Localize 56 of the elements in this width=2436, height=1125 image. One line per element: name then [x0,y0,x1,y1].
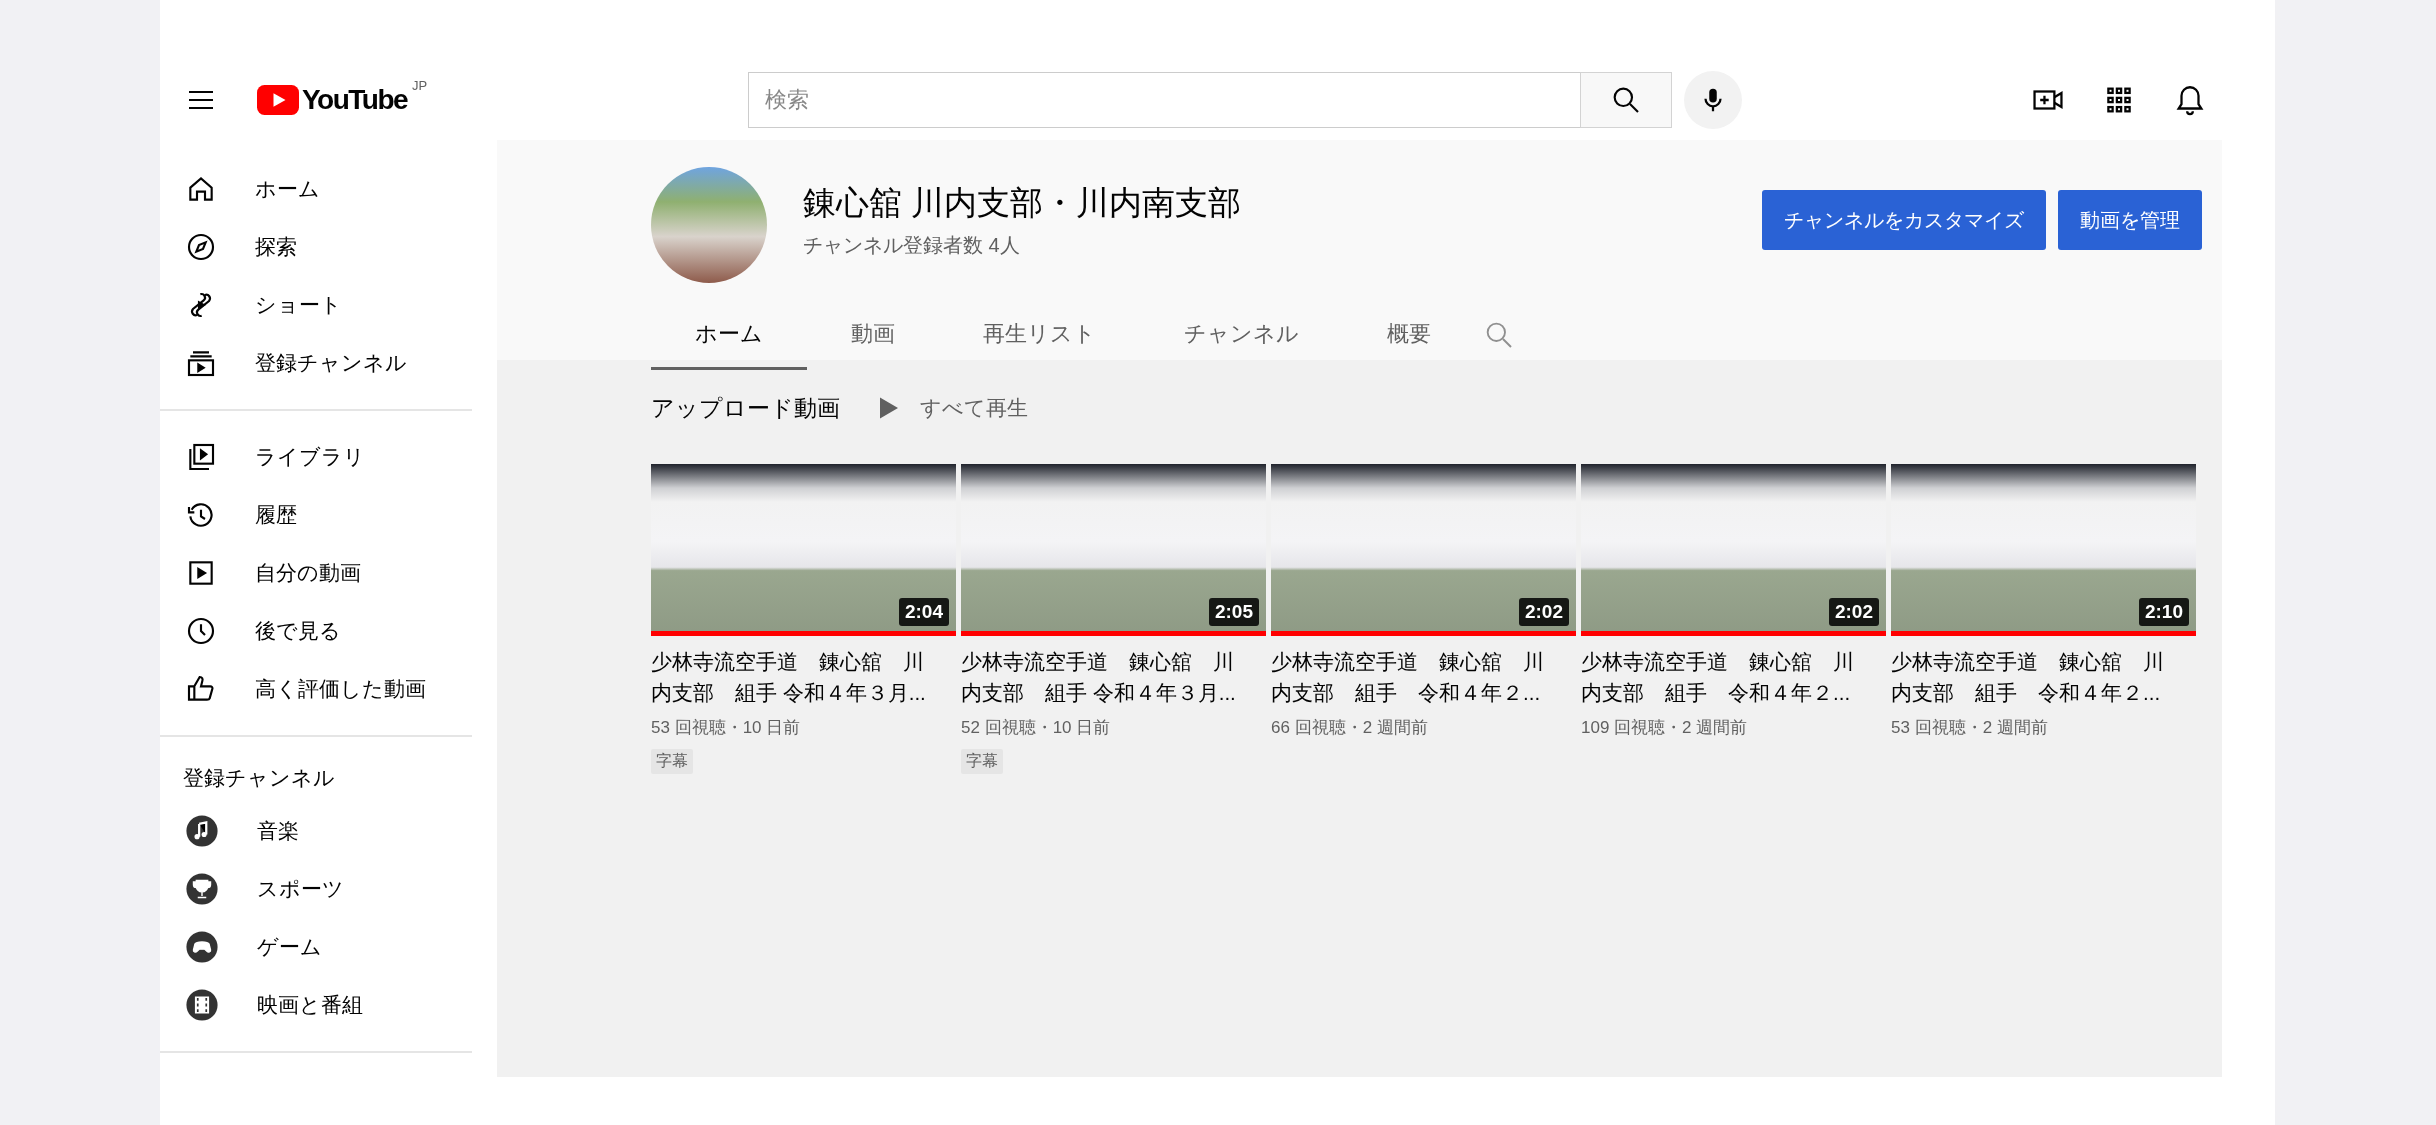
music-note-icon [185,814,219,848]
action-button[interactable]: 動画を管理 [2058,190,2202,250]
video-meta: 53 回視聴・10 日前 [651,717,801,739]
video-meta: 109 回視聴・2 週間前 [1581,717,1748,739]
video-title[interactable]: 少林寺流空手道 錬心舘 川内支部 組手 令和４年２... [1271,646,1553,708]
gamepad-icon [185,930,219,964]
sidebar-item[interactable]: スポーツ [160,860,472,918]
video-duration: 2:04 [898,598,949,626]
sidebar-item[interactable]: 高く評価した動画 [160,660,472,718]
sidebar-item[interactable]: 登録チャンネル [160,334,472,392]
video-thumbnail[interactable]: 2:10 [1891,464,2196,636]
video-duration: 2:02 [1518,598,1569,626]
sidebar-item[interactable]: ライブラリ [160,428,472,486]
channel-tab[interactable]: 再生リスト [939,300,1140,370]
shelf-title: アップロード動画 [651,393,840,423]
video-thumbnail[interactable]: 2:02 [1581,464,1886,636]
trophy-icon [185,872,219,906]
sidebar-item[interactable]: ゲーム [160,918,472,976]
play-all-link[interactable]: すべて再生 [880,394,1028,422]
video-duration: 2:05 [1208,598,1259,626]
video-title[interactable]: 少林寺流空手道 錬心舘 川内支部 組手 令和４年３月... [961,646,1243,708]
video-thumbnail[interactable]: 2:02 [1271,464,1576,636]
sidebar-item[interactable]: 探索 [160,218,472,276]
channel-tab[interactable]: 概要 [1343,300,1475,370]
sidebar-item[interactable]: 履歴 [160,486,472,544]
sidebar-item[interactable]: 後で見る [160,602,472,660]
film-strip-icon [185,988,219,1022]
subscriber-count: チャンネル登録者数 4人 [803,233,1021,258]
video-title[interactable]: 少林寺流空手道 錬心舘 川内支部 組手 令和４年２... [1891,646,2173,708]
video-duration: 2:10 [2138,598,2189,626]
sidebar-item[interactable]: ショート [160,276,472,334]
clock-icon [185,615,217,647]
caption-badge: 字幕 [961,749,1003,774]
video-meta: 53 回視聴・2 週間前 [1891,717,2048,739]
action-button[interactable]: チャンネルをカスタマイズ [1762,190,2046,250]
compass-icon [185,231,217,263]
search-button[interactable] [1580,72,1672,128]
video-title[interactable]: 少林寺流空手道 錬心舘 川内支部 組手 令和４年３月... [651,646,933,708]
sidebar-item[interactable]: ホーム [160,160,472,218]
caption-badge: 字幕 [651,749,693,774]
play-icon [880,396,898,420]
sidebar-item[interactable]: 映画と番組 [160,976,472,1034]
channel-name: 錬心舘 川内支部・川内南支部 [803,183,1242,223]
channel-tab[interactable]: 動画 [807,300,939,370]
video-title[interactable]: 少林寺流空手道 錬心舘 川内支部 組手 令和４年２... [1581,646,1863,708]
sidebar-item[interactable]: 自分の動画 [160,544,472,602]
channel-tab[interactable]: チャンネル [1140,300,1343,370]
video-meta: 66 回視聴・2 週間前 [1271,717,1428,739]
search-field[interactable]: 検索 [748,72,1580,128]
video-meta: 52 回視聴・10 日前 [961,717,1111,739]
video-thumbnail[interactable]: 2:05 [961,464,1266,636]
channel-tab[interactable]: ホーム [651,300,807,370]
video-thumbnail[interactable]: 2:04 [651,464,956,636]
sidebar-item[interactable]: 音楽 [160,802,472,860]
video-duration: 2:02 [1828,598,1879,626]
section-title: 登録チャンネル [182,765,336,791]
